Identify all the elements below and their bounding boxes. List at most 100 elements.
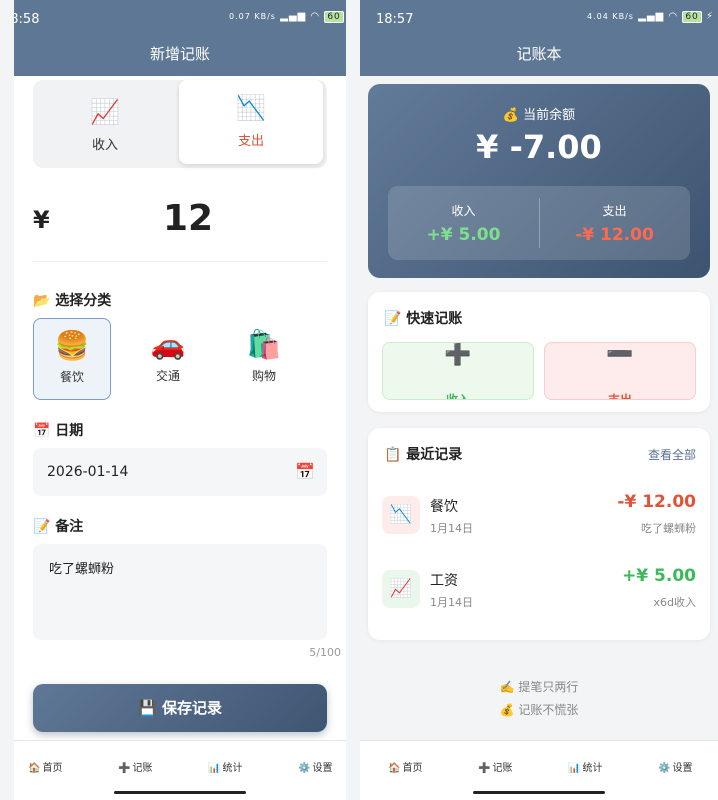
tab-add[interactable]: ➕ 记账 (478, 759, 512, 774)
category-label: 餐饮 (59, 370, 84, 384)
list-item[interactable]: 📉 餐饮 1月14日 -¥ 12.00 吃了螺蛳粉 (382, 490, 696, 540)
toggle-income[interactable]: 📈 收入 (33, 84, 177, 168)
quick-expense-button[interactable]: ➖ 支出 (544, 342, 696, 400)
calendar-icon[interactable]: 📅 (295, 448, 315, 496)
balance-card: 💰 当前余额 ¥ -7.00 收入 +¥ 5.00 支出 -¥ 12.00 (368, 84, 710, 278)
record-name: 餐饮 (430, 499, 458, 515)
footer-slogan-1: ✍️ 提笔只两行 (499, 680, 579, 694)
tab-label: 统计 (222, 763, 243, 774)
net-speed: 0.07 KB/s (229, 12, 276, 21)
chart-icon: 📊 (208, 763, 221, 774)
list-item[interactable]: 📈 工资 1月14日 +¥ 5.00 x6d收入 (382, 564, 696, 614)
page-title: 记账本 (360, 40, 718, 76)
expense-summary-value: -¥ 12.00 (575, 225, 654, 245)
chart-down-icon: 📉 (236, 94, 266, 122)
tab-add[interactable]: ➕ 记账 (118, 759, 152, 774)
status-bar: 18:57 4.04 KB/s ▂▄▆ ◠ 60 ⚡ (360, 0, 718, 40)
page-title: 新增记账 (14, 40, 360, 76)
record-note: 吃了螺蛳粉 (641, 522, 696, 535)
home-icon: 🏠 (388, 763, 401, 774)
quick-entry-card: 📝 快速记账 ➕ 收入 ➖ 支出 (368, 292, 710, 412)
balance-value: ¥ -7.00 (476, 128, 602, 166)
currency-symbol: ¥ (33, 206, 50, 234)
expense-summary: 支出 -¥ 12.00 (539, 186, 690, 260)
type-toggle: 📈 收入 📉 支出 (33, 80, 327, 168)
category-item-transport[interactable]: 🚗 交通 (129, 318, 207, 400)
tab-label: 记账 (492, 763, 513, 774)
date-value: 2026-01-14 (47, 464, 129, 480)
record-amount: -¥ 12.00 (617, 492, 696, 512)
record-note: x6d收入 (653, 596, 697, 609)
income-summary: 收入 +¥ 5.00 (388, 186, 539, 260)
toggle-expense-label: 支出 (237, 134, 264, 149)
gear-icon: ⚙️ (658, 763, 671, 774)
income-summary-value: +¥ 5.00 (426, 225, 501, 245)
status-time: 18:57 (376, 12, 414, 27)
battery-icon: 60 (682, 11, 702, 23)
record-amount: +¥ 5.00 (622, 566, 696, 586)
chart-down-icon: 📉 (382, 496, 420, 534)
tab-home[interactable]: 🏠 首页 (28, 759, 62, 774)
balance-label: 💰 当前余额 (502, 108, 576, 123)
recent-title: 📋 最近记录 (384, 447, 463, 463)
quick-entry-title: 📝 快速记账 (384, 311, 463, 327)
status-icons: 4.04 KB/s ▂▄▆ ◠ 60 ⚡ (587, 11, 714, 23)
record-name: 工资 (430, 573, 458, 589)
burger-icon: 🍔 (54, 329, 90, 362)
shopping-bag-icon: 🛍️ (246, 328, 282, 361)
tab-label: 首页 (402, 763, 423, 774)
balance-summary: 收入 +¥ 5.00 支出 -¥ 12.00 (388, 186, 690, 260)
quick-income-button[interactable]: ➕ 收入 (382, 342, 534, 400)
tab-settings[interactable]: ⚙️ 设置 (298, 759, 332, 774)
tab-settings[interactable]: ⚙️ 设置 (658, 759, 692, 774)
signal-icon: ▂▄▆ (280, 11, 307, 22)
tab-label: 统计 (582, 763, 603, 774)
add-record-screen: 18:58 0.07 KB/s ▂▄▆ ◠ 60 ⚡ 新增记账 📈 收入 📉 支… (14, 0, 360, 800)
category-list: 🍔 餐饮 🚗 交通 🛍️ 购物 (33, 318, 327, 400)
footer-slogan-2: 💰 记账不慌张 (499, 703, 579, 717)
app-screens: 18:58 0.07 KB/s ▂▄▆ ◠ 60 ⚡ 新增记账 📈 收入 📉 支… (0, 0, 718, 800)
quick-expense-label: 支出 (607, 393, 632, 400)
category-label: 交通 (155, 369, 180, 383)
chart-up-icon: 📈 (382, 570, 420, 608)
quick-income-label: 收入 (445, 393, 470, 400)
view-all-link[interactable]: 查看全部 (648, 446, 696, 463)
save-button[interactable]: 💾 保存记录 (33, 684, 327, 732)
expense-summary-label: 支出 (602, 204, 627, 218)
tab-label: 记账 (132, 763, 153, 774)
tab-bar: 🏠 首页 ➕ 记账 📊 统计 ⚙️ 设置 (360, 740, 718, 800)
plus-icon: ➕ (118, 763, 131, 774)
tab-label: 设置 (312, 763, 333, 774)
toggle-income-label: 收入 (91, 138, 118, 153)
plus-icon: ➕ (444, 342, 472, 367)
note-counter: 5/100 (309, 646, 341, 659)
category-title: 📂 选择分类 (33, 293, 112, 309)
net-speed: 4.04 KB/s (587, 12, 634, 21)
tab-bar: 🏠 首页 ➕ 记账 📊 统计 ⚙️ 设置 (14, 740, 360, 800)
note-textarea[interactable]: 吃了螺蛳粉 (33, 544, 327, 640)
tab-home[interactable]: 🏠 首页 (388, 759, 422, 774)
home-icon: 🏠 (28, 763, 41, 774)
recent-records-card: 📋 最近记录 查看全部 📉 餐饮 1月14日 -¥ 12.00 吃了螺蛳粉 📈 … (368, 428, 710, 640)
left-edge (0, 0, 14, 800)
note-value: 吃了螺蛳粉 (49, 562, 115, 577)
tab-stats[interactable]: 📊 统计 (208, 759, 242, 774)
chart-up-icon: 📈 (90, 98, 120, 126)
wifi-icon: ◠ (668, 11, 679, 22)
category-item-shopping[interactable]: 🛍️ 购物 (225, 318, 303, 400)
charging-icon: ⚡ (705, 11, 714, 22)
category-item-food[interactable]: 🍔 餐饮 (33, 318, 111, 400)
ledger-home-screen: 18:57 4.04 KB/s ▂▄▆ ◠ 60 ⚡ 记账本 💰 当前余额 ¥ … (360, 0, 718, 800)
record-date: 1月14日 (430, 522, 473, 535)
battery-icon: 60 (324, 11, 344, 23)
amount-input[interactable]: ¥ 12 (33, 188, 327, 262)
date-field[interactable]: 2026-01-14 📅 (33, 448, 327, 496)
date-title: 📅 日期 (33, 423, 84, 439)
toggle-expense[interactable]: 📉 支出 (179, 80, 323, 164)
screen-gap (346, 0, 360, 800)
car-icon: 🚗 (150, 328, 186, 361)
amount-value: 12 (163, 198, 214, 239)
status-icons: 0.07 KB/s ▂▄▆ ◠ 60 ⚡ (229, 11, 356, 23)
tab-stats[interactable]: 📊 统计 (568, 759, 602, 774)
record-form: 📈 收入 📉 支出 ¥ 12 📂 选择分类 🍔 餐饮 🚗 交通 🛍️ 购物 📅 … (14, 76, 360, 740)
